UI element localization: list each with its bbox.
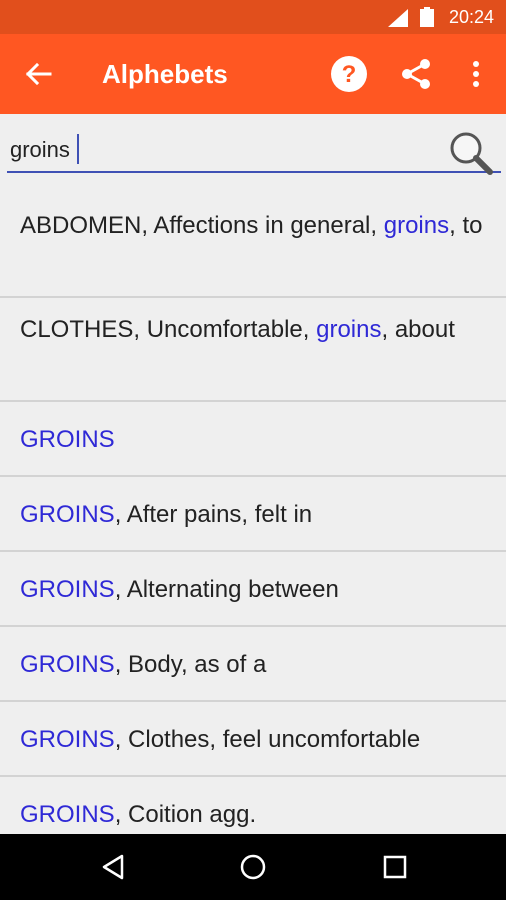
- page-title: Alphebets: [102, 59, 228, 89]
- search-input[interactable]: [10, 132, 430, 168]
- list-item[interactable]: CLOTHES, Uncomfortable, groins, about: [0, 298, 506, 402]
- text-cursor: [77, 134, 79, 164]
- item-highlight: GROINS: [20, 576, 115, 603]
- battery-icon: [420, 7, 434, 27]
- svg-text:?: ?: [342, 61, 357, 88]
- help-icon[interactable]: ?: [330, 55, 368, 93]
- app-bar: Alphebets ?: [0, 34, 506, 114]
- more-vert-icon[interactable]: [466, 58, 486, 90]
- search-icon[interactable]: [448, 130, 494, 176]
- item-text: , After pains, felt in: [114, 501, 313, 528]
- list-item[interactable]: GROINS, Alternating between: [0, 552, 506, 627]
- item-text: , Coition agg.: [114, 801, 257, 828]
- status-bar: 20:24: [0, 0, 506, 34]
- item-text: , to: [449, 212, 483, 239]
- nav-recents-icon[interactable]: [380, 852, 410, 882]
- list-item[interactable]: GROINS, After pains, felt in: [0, 477, 506, 552]
- list-item[interactable]: GROINS, Clothes, feel uncomfortable: [0, 702, 506, 777]
- nav-home-icon[interactable]: [238, 852, 268, 882]
- share-icon[interactable]: [398, 56, 434, 92]
- list-item[interactable]: GROINS, Body, as of a: [0, 627, 506, 702]
- item-text: , Alternating between: [114, 576, 339, 603]
- nav-back-icon[interactable]: [98, 852, 128, 882]
- item-text: CLOTHES, Uncomfortable,: [20, 316, 317, 343]
- item-highlight: GROINS: [20, 501, 115, 528]
- navigation-bar: [0, 834, 506, 900]
- item-text: , Clothes, feel uncomfortable: [114, 726, 421, 753]
- list-item[interactable]: ABDOMEN, Affections in general, groins, …: [0, 194, 506, 298]
- back-arrow-icon[interactable]: [22, 58, 54, 90]
- clock: 20:24: [448, 7, 494, 27]
- item-highlight: GROINS: [20, 801, 115, 828]
- item-text: , about: [381, 316, 455, 343]
- list-item[interactable]: GROINS: [0, 402, 506, 477]
- item-text: ABDOMEN, Affections in general,: [20, 212, 384, 239]
- search-underline: [7, 171, 501, 173]
- item-highlight: GROINS: [20, 426, 115, 453]
- item-highlight: GROINS: [20, 726, 115, 753]
- signal-icon: [388, 9, 408, 27]
- item-text: , Body, as of a: [114, 651, 267, 678]
- search-bar: [0, 114, 506, 194]
- item-highlight: GROINS: [20, 651, 115, 678]
- results-list: ABDOMEN, Affections in general, groins, …: [0, 194, 506, 852]
- item-highlight: groins: [316, 316, 382, 343]
- item-highlight: groins: [383, 212, 450, 239]
